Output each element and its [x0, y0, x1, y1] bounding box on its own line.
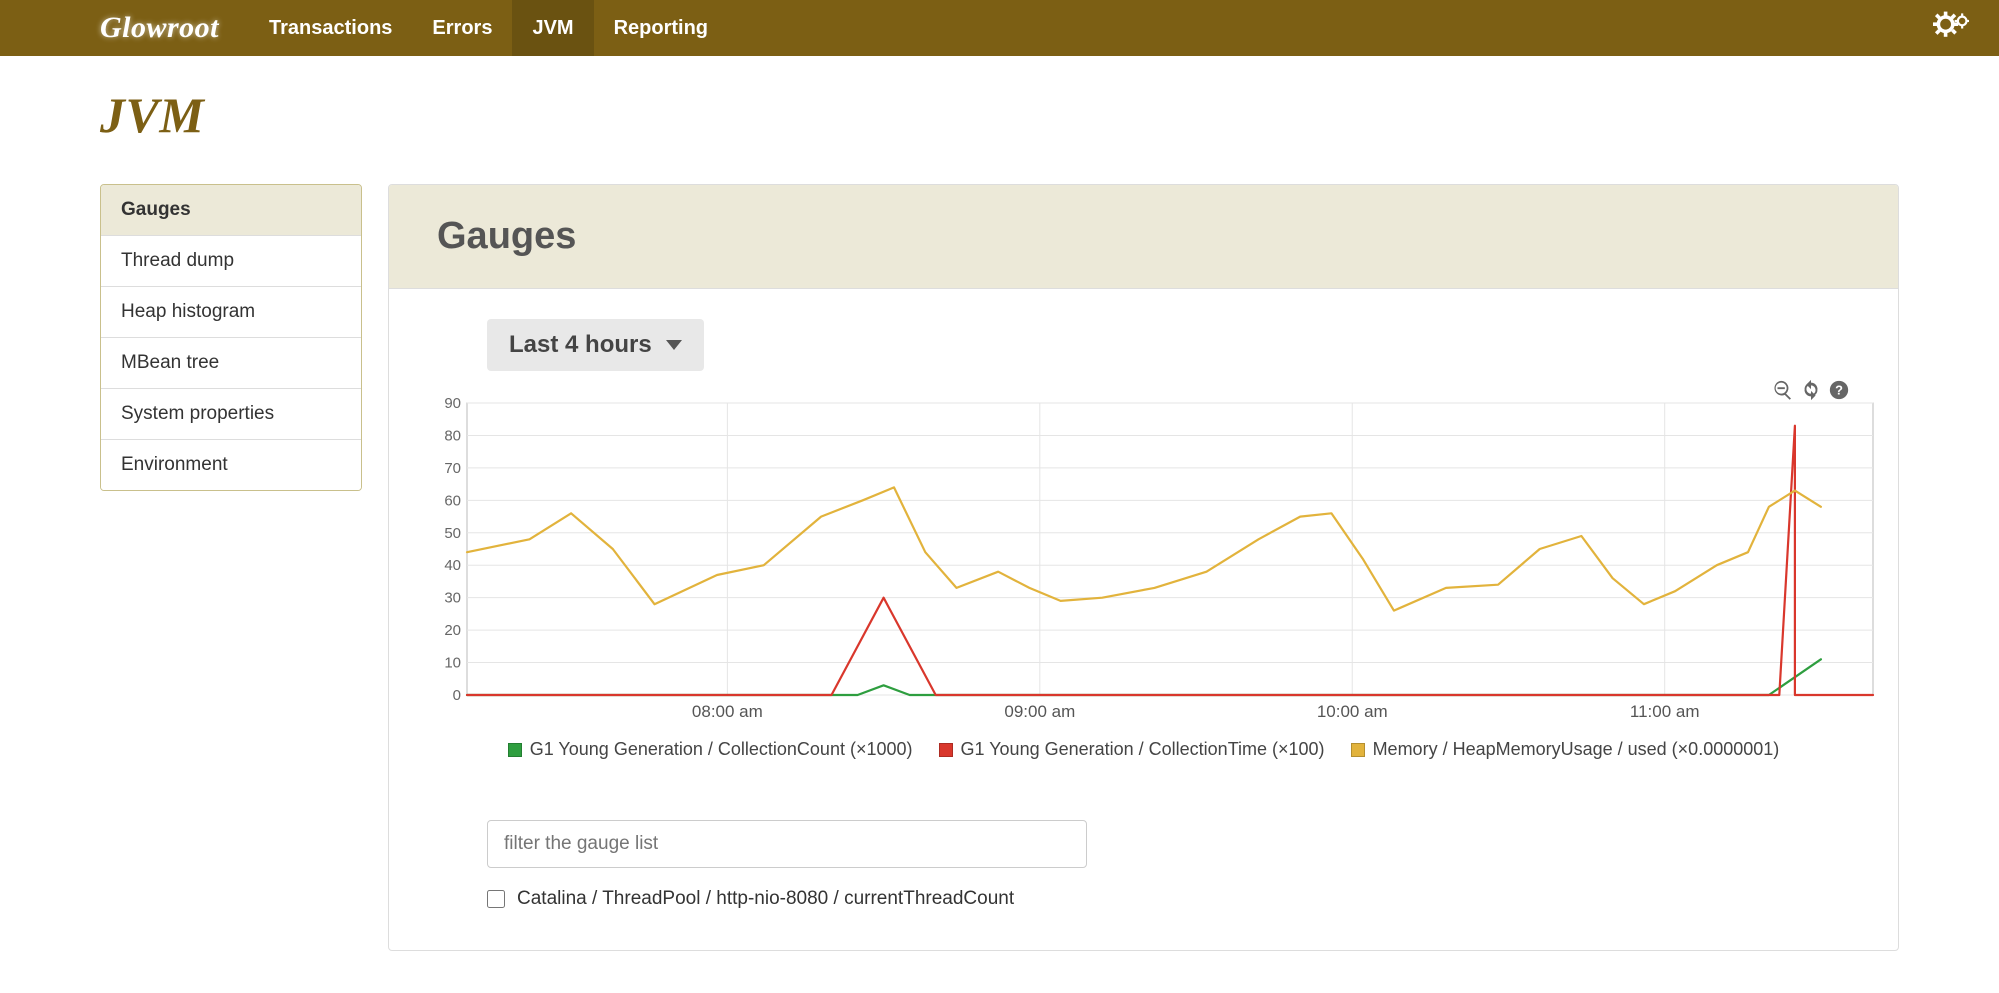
gauge-chart[interactable]: 0 10 20 30 40 50 60 70 80 90 08:00 am 09:00 am 10:00… — [437, 395, 1877, 725]
panel-header: Gauges — [389, 185, 1898, 289]
gauge-option-label: Catalina / ThreadPool / http-nio-8080 / … — [517, 888, 1014, 910]
main-panel: Gauges Last 4 hours ? — [388, 184, 1899, 951]
sidebar-item-gauges[interactable]: Gauges — [101, 185, 361, 235]
chart-legend: G1 Young Generation / CollectionCount (×… — [437, 739, 1850, 760]
svg-text:08:00 am: 08:00 am — [692, 702, 763, 721]
svg-text:10:00 am: 10:00 am — [1317, 702, 1388, 721]
time-range-label: Last 4 hours — [509, 331, 652, 359]
svg-text:70: 70 — [444, 460, 461, 477]
legend-swatch-icon — [939, 743, 953, 757]
legend-label: Memory / HeapMemoryUsage / used (×0.0000… — [1373, 739, 1780, 760]
svg-text:11:00 am: 11:00 am — [1630, 702, 1700, 721]
svg-text:09:00 am: 09:00 am — [1004, 702, 1075, 721]
legend-label: G1 Young Generation / CollectionTime (×1… — [961, 739, 1325, 760]
legend-label: G1 Young Generation / CollectionCount (×… — [530, 739, 913, 760]
nav-item-reporting[interactable]: Reporting — [594, 0, 728, 56]
time-range-dropdown[interactable]: Last 4 hours — [487, 319, 704, 371]
chevron-down-icon — [666, 340, 682, 350]
sidebar-item-environment[interactable]: Environment — [101, 439, 361, 490]
legend-item-0[interactable]: G1 Young Generation / CollectionCount (×… — [508, 739, 913, 760]
legend-swatch-icon — [1351, 743, 1365, 757]
nav-item-errors[interactable]: Errors — [412, 0, 512, 56]
chart-area: 0 10 20 30 40 50 60 70 80 90 08:00 am 09:00 am 10:00… — [437, 395, 1850, 760]
navbar: Glowroot TransactionsErrorsJVMReporting — [0, 0, 1999, 56]
nav-item-transactions[interactable]: Transactions — [249, 0, 412, 56]
brand-logo[interactable]: Glowroot — [100, 11, 219, 45]
svg-text:30: 30 — [444, 590, 461, 607]
sidebar-item-system-properties[interactable]: System properties — [101, 388, 361, 439]
legend-item-1[interactable]: G1 Young Generation / CollectionTime (×1… — [939, 739, 1325, 760]
nav-item-jvm[interactable]: JVM — [512, 0, 593, 56]
svg-text:20: 20 — [444, 622, 461, 639]
svg-text:60: 60 — [444, 492, 461, 509]
legend-item-2[interactable]: Memory / HeapMemoryUsage / used (×0.0000… — [1351, 739, 1780, 760]
gauge-option-0[interactable]: Catalina / ThreadPool / http-nio-8080 / … — [487, 888, 1850, 910]
svg-text:10: 10 — [444, 655, 461, 672]
gauge-option-checkbox[interactable] — [487, 890, 505, 908]
sidebar: GaugesThread dumpHeap histogramMBean tre… — [100, 184, 362, 491]
svg-text:90: 90 — [444, 395, 461, 412]
sidebar-item-heap-histogram[interactable]: Heap histogram — [101, 286, 361, 337]
svg-text:80: 80 — [444, 427, 461, 444]
gauge-filter-input[interactable] — [487, 820, 1087, 868]
nav: TransactionsErrorsJVMReporting — [249, 0, 728, 56]
settings-gears-icon[interactable] — [1933, 11, 1969, 46]
sidebar-item-thread-dump[interactable]: Thread dump — [101, 235, 361, 286]
svg-text:50: 50 — [444, 525, 461, 542]
svg-text:40: 40 — [444, 557, 461, 574]
legend-swatch-icon — [508, 743, 522, 757]
svg-text:0: 0 — [453, 687, 461, 704]
sidebar-item-mbean-tree[interactable]: MBean tree — [101, 337, 361, 388]
panel-title: Gauges — [437, 215, 1850, 258]
page-title: JVM — [100, 86, 1899, 144]
